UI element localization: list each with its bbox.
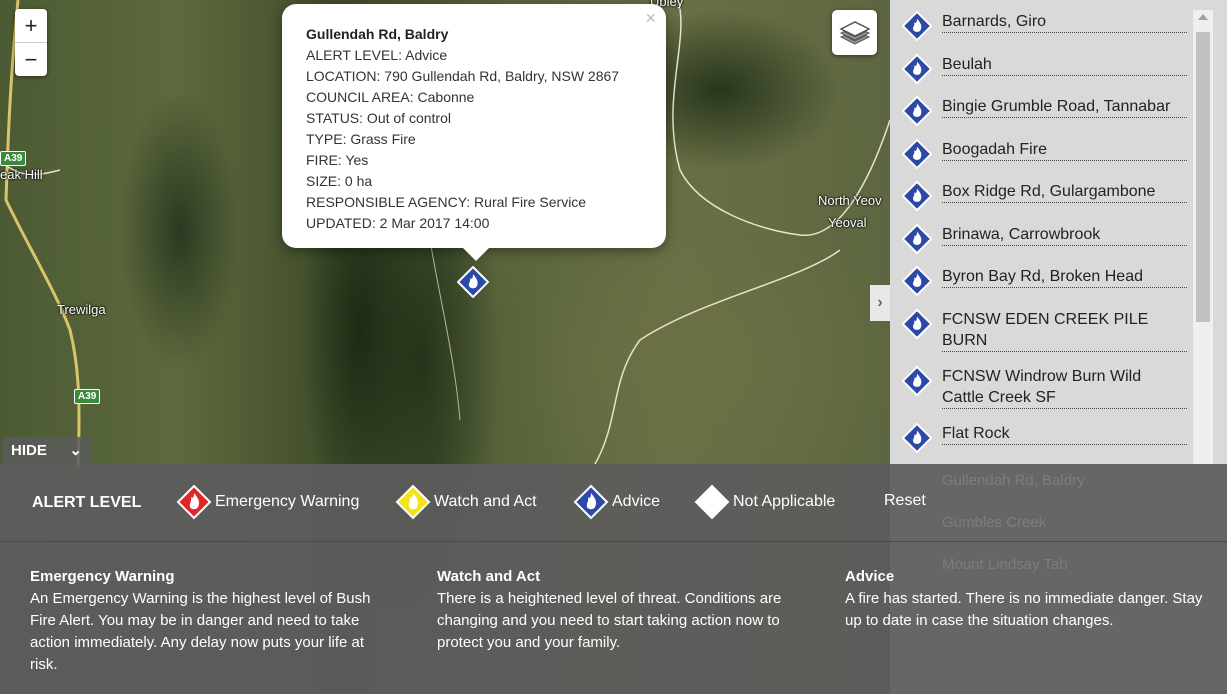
scroll-up-icon[interactable] bbox=[1198, 14, 1208, 20]
incident-link[interactable]: FCNSW EDEN CREEK PILE BURN bbox=[942, 309, 1187, 352]
description-text: There is a heightened level of threat. C… bbox=[437, 590, 782, 651]
incident-list-item[interactable]: Beulah bbox=[902, 54, 1187, 84]
incident-list-item[interactable]: Boogadah Fire bbox=[902, 139, 1187, 169]
legend-label: Not Applicable bbox=[733, 493, 836, 510]
advice-fire-icon bbox=[902, 366, 932, 396]
advice-fire-icon bbox=[456, 265, 490, 299]
advice-fire-icon bbox=[902, 224, 932, 254]
incident-link[interactable]: Flat Rock bbox=[942, 423, 1187, 445]
zoom-out-button[interactable]: − bbox=[15, 42, 47, 76]
road-shield: A39 bbox=[74, 389, 101, 404]
legend-title: ALERT LEVEL bbox=[32, 494, 142, 511]
popup-fire: FIRE: Yes bbox=[306, 152, 369, 168]
alert-level-legend: Gullendah Rd, Baldry Gumbles Creek Mount… bbox=[0, 464, 1227, 694]
popup-status: STATUS: Out of control bbox=[306, 110, 451, 126]
place-label: Yeoval bbox=[828, 215, 867, 230]
advice-fire-icon bbox=[902, 181, 932, 211]
filter-watch-and-act[interactable]: Watch and Act bbox=[395, 484, 537, 520]
popup-agency: RESPONSIBLE AGENCY: Rural Fire Service bbox=[306, 194, 587, 210]
incident-list-item[interactable]: FCNSW Windrow Burn Wild Cattle Creek SF bbox=[902, 366, 1187, 409]
incident-list-item[interactable]: Flat Rock bbox=[902, 423, 1187, 453]
advice-fire-icon bbox=[902, 309, 932, 339]
incident-link[interactable]: FCNSW Windrow Burn Wild Cattle Creek SF bbox=[942, 366, 1187, 409]
incident-link[interactable]: Barnards, Giro bbox=[942, 11, 1187, 33]
sidebar-toggle-button[interactable]: › bbox=[870, 285, 890, 321]
legend-label: Advice bbox=[612, 493, 661, 510]
emergency-fire-icon bbox=[176, 484, 212, 520]
description-emergency-warning: Emergency Warning An Emergency Warning i… bbox=[30, 566, 390, 676]
incident-list-item[interactable]: Barnards, Giro bbox=[902, 11, 1187, 41]
description-watch-and-act: Watch and Act There is a heightened leve… bbox=[437, 566, 797, 654]
advice-fire-icon bbox=[902, 423, 932, 453]
popup-size: SIZE: 0 ha bbox=[306, 173, 373, 189]
incident-link[interactable]: Bingie Grumble Road, Tannabar bbox=[942, 96, 1187, 118]
incident-list-item[interactable]: Bingie Grumble Road, Tannabar bbox=[902, 96, 1187, 126]
filter-advice[interactable]: Advice bbox=[573, 484, 660, 520]
sidebar-scrollbar[interactable] bbox=[1193, 10, 1213, 465]
alert-popup: × Gullendah Rd, Baldry ALERT LEVEL: Advi… bbox=[282, 4, 666, 261]
advice-fire-icon bbox=[902, 96, 932, 126]
incident-link[interactable]: Boogadah Fire bbox=[942, 139, 1187, 161]
legend-label: Watch and Act bbox=[434, 493, 537, 510]
close-popup-button[interactable]: × bbox=[645, 8, 656, 29]
chevron-down-icon: ⌄ bbox=[69, 442, 82, 459]
description-heading: Advice bbox=[845, 568, 895, 585]
legend-label: Emergency Warning bbox=[215, 493, 360, 510]
zoom-control: + − bbox=[15, 9, 47, 76]
advice-fire-icon bbox=[902, 266, 932, 296]
scroll-thumb[interactable] bbox=[1196, 32, 1210, 322]
place-label: North Yeov bbox=[818, 193, 882, 208]
popup-location: LOCATION: 790 Gullendah Rd, Baldry, NSW … bbox=[306, 68, 620, 84]
advice-fire-icon bbox=[573, 484, 609, 520]
incident-list-item[interactable]: Box Ridge Rd, Gulargambone bbox=[902, 181, 1187, 211]
layers-icon bbox=[838, 20, 871, 45]
incident-list-item[interactable]: FCNSW EDEN CREEK PILE BURN bbox=[902, 309, 1187, 352]
incident-list-item[interactable]: Byron Bay Rd, Broken Head bbox=[902, 266, 1187, 296]
popup-type: TYPE: Grass Fire bbox=[306, 131, 416, 147]
fire-marker-advice[interactable] bbox=[456, 265, 490, 303]
description-text: A fire has started. There is no immediat… bbox=[845, 590, 1203, 629]
filter-not-applicable[interactable]: Not Applicable bbox=[694, 484, 835, 520]
popup-alert-level: ALERT LEVEL: Advice bbox=[306, 47, 448, 63]
description-heading: Emergency Warning bbox=[30, 568, 175, 585]
filter-emergency-warning[interactable]: Emergency Warning bbox=[176, 484, 359, 520]
hide-label: HIDE bbox=[11, 442, 47, 459]
not-applicable-icon bbox=[694, 484, 730, 520]
road-shield: A39 bbox=[0, 151, 27, 166]
hide-legend-button[interactable]: HIDE ⌄ bbox=[2, 437, 92, 464]
description-text: An Emergency Warning is the highest leve… bbox=[30, 590, 371, 673]
advice-fire-icon bbox=[902, 54, 932, 84]
incident-link[interactable]: Brinawa, Carrowbrook bbox=[942, 224, 1187, 246]
advice-fire-icon bbox=[902, 11, 932, 41]
layers-button[interactable] bbox=[832, 10, 877, 55]
incident-list-item[interactable]: Brinawa, Carrowbrook bbox=[902, 224, 1187, 254]
description-advice: Advice A fire has started. There is no i… bbox=[845, 566, 1215, 632]
description-heading: Watch and Act bbox=[437, 568, 541, 585]
popup-council-area: COUNCIL AREA: Cabonne bbox=[306, 89, 475, 105]
legend-filter-row: ALERT LEVEL Emergency Warning Watch and … bbox=[0, 464, 1227, 542]
reset-filter-button[interactable]: Reset bbox=[884, 492, 926, 510]
incident-link[interactable]: Byron Bay Rd, Broken Head bbox=[942, 266, 1187, 288]
place-label: eak Hill bbox=[0, 167, 43, 182]
popup-title: Gullendah Rd, Baldry bbox=[306, 26, 449, 42]
advice-fire-icon bbox=[902, 139, 932, 169]
zoom-in-button[interactable]: + bbox=[15, 9, 47, 42]
watch-and-act-fire-icon bbox=[395, 484, 431, 520]
incident-link[interactable]: Beulah bbox=[942, 54, 1187, 76]
popup-updated: UPDATED: 2 Mar 2017 14:00 bbox=[306, 215, 490, 231]
place-label: Trewilga bbox=[57, 302, 106, 317]
incident-link[interactable]: Box Ridge Rd, Gulargambone bbox=[942, 181, 1187, 203]
